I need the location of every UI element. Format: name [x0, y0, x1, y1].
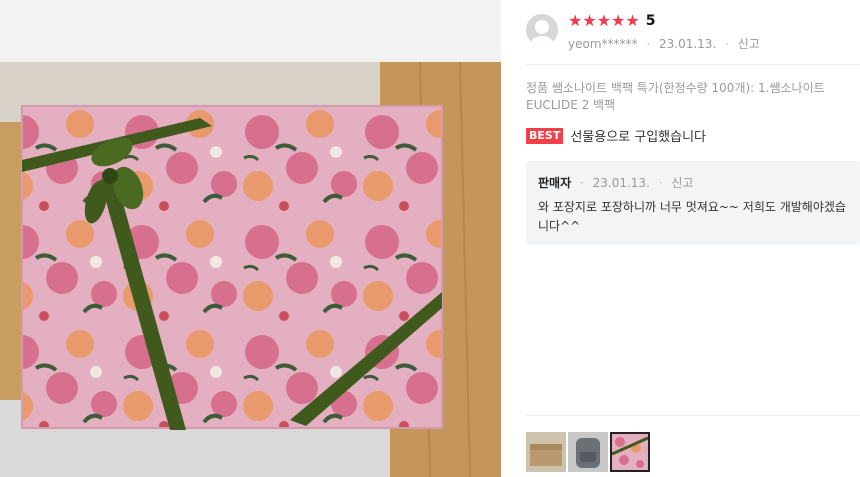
divider [526, 64, 860, 65]
review-photo[interactable] [0, 0, 501, 477]
reply-text: 와 포장지로 포장하니까 너무 멋져요~~ 저희도 개발해야겠습니다^^ [538, 200, 846, 233]
gift-box-photo-icon [0, 0, 501, 477]
star-icon: ★ [596, 11, 612, 30]
rating-score: 5 [645, 13, 656, 29]
review-body: BEST 선물용으로 구입했습니다 [526, 126, 706, 145]
seller-reply: 판매자 · 23.01.13. · 신고 와 포장지로 포장하니까 너무 멋져요… [526, 161, 860, 245]
reply-header: 판매자 · 23.01.13. · 신고 [538, 174, 693, 191]
reply-date: 23.01.13. [592, 176, 650, 190]
review-text: 선물용으로 구입했습니다 [570, 130, 707, 145]
thumb-cardboard-box[interactable] [526, 432, 566, 472]
separator-dot: · [579, 176, 584, 190]
avatar-icon [526, 14, 558, 46]
username: yeom****** [568, 37, 638, 51]
star-icon: ★ [625, 11, 640, 30]
best-badge: BEST [526, 127, 564, 144]
star-icon: ★ [611, 11, 626, 30]
photo-thumbnails [526, 432, 652, 472]
divider [526, 415, 860, 416]
separator-dot: · [658, 176, 663, 190]
review-panel: ★ ★ ★ ★ ★ 5 yeom****** · 23.01.13. · 신고 … [526, 0, 860, 477]
rating: ★ ★ ★ ★ ★ 5 [568, 12, 655, 30]
seller-label: 판매자 [538, 176, 572, 190]
thumb-gift-wrap[interactable] [610, 432, 650, 472]
separator-dot: · [646, 37, 651, 51]
star-icon: ★ [582, 11, 597, 30]
purchase-option: 정품 쌤소나이트 백팩 특가(한정수량 100개): 1.쌤소나이트 EUCLI… [526, 81, 825, 112]
separator-dot: · [725, 37, 729, 51]
review-meta: yeom****** · 23.01.13. · 신고 [568, 35, 760, 52]
reply-report-link[interactable]: 신고 [671, 176, 693, 190]
report-link[interactable]: 신고 [738, 37, 760, 51]
star-icon: ★ [568, 11, 583, 30]
review-date: 23.01.13. [659, 37, 717, 51]
thumb-gray-backpack[interactable] [568, 432, 608, 472]
